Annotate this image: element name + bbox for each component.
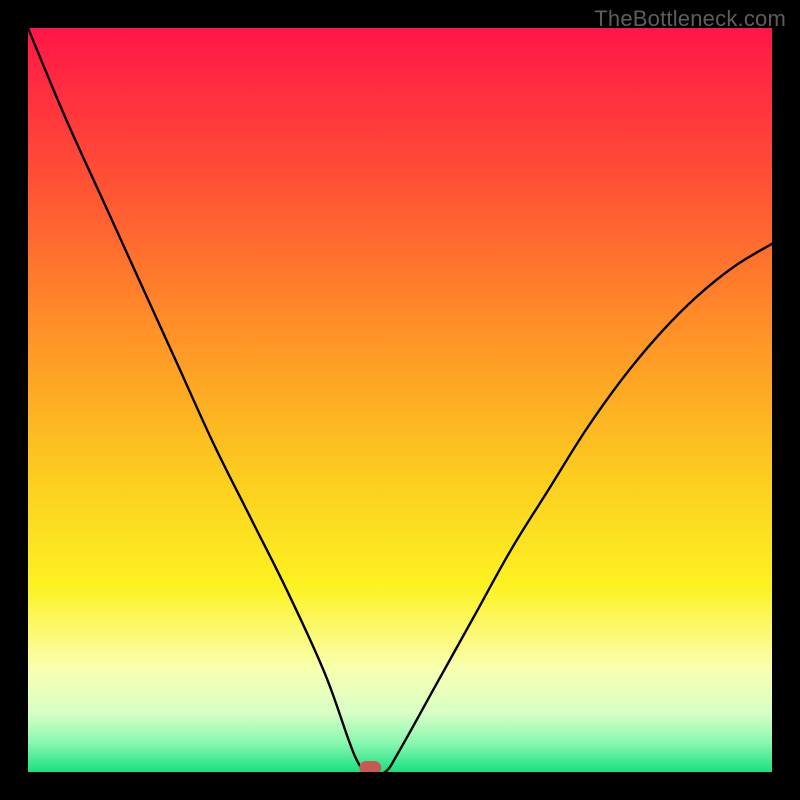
minimum-marker xyxy=(359,761,381,772)
gradient-background xyxy=(28,28,772,772)
chart-frame: TheBottleneck.com xyxy=(0,0,800,800)
plot-area xyxy=(28,28,772,772)
watermark-text: TheBottleneck.com xyxy=(594,6,786,32)
chart-svg xyxy=(28,28,772,772)
